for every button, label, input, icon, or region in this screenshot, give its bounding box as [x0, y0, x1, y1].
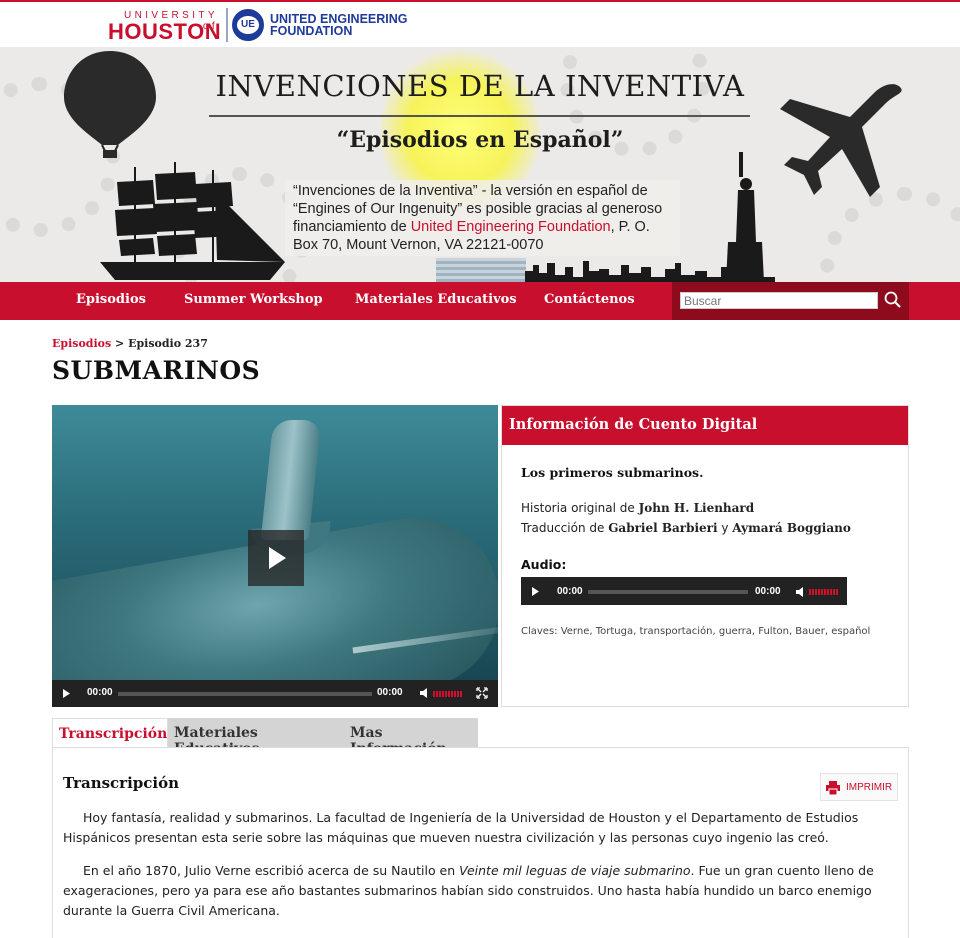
- top-logo-bar: UNIVERSITY of HOUSTON UNITED ENGINEERING…: [0, 0, 960, 47]
- banner-description: “Invenciones de la Inventiva” - la versi…: [285, 180, 680, 256]
- transcript-title: Transcripción: [63, 774, 180, 792]
- uh-logo-big-text: HOUSTON: [108, 19, 222, 44]
- breadcrumb-link-episodios[interactable]: Episodios: [52, 337, 111, 350]
- story-author: John H. Lienhard: [638, 501, 755, 515]
- video-volume-icon[interactable]: [420, 687, 430, 699]
- video-player[interactable]: 00:00 00:00: [52, 405, 498, 707]
- audio-label: Audio:: [521, 557, 567, 572]
- fullscreen-icon[interactable]: [476, 687, 488, 699]
- sailing-ship-icon: [100, 162, 285, 280]
- light-bulb-base-icon: [436, 258, 526, 282]
- video-play-button[interactable]: [248, 530, 304, 586]
- united-engineering-foundation-logo[interactable]: UNITED ENGINEERING FOUNDATION: [270, 13, 408, 38]
- transcript-panel: Transcripción IMPRIMIR Hoy fantasía, rea…: [52, 747, 909, 938]
- university-of-houston-logo[interactable]: UNIVERSITY of HOUSTON: [108, 10, 222, 44]
- united-engineering-foundation-link[interactable]: United Engineering Foundation: [411, 219, 611, 235]
- audio-volume-icon[interactable]: [796, 586, 806, 598]
- video-play-icon[interactable]: [62, 688, 71, 699]
- audio-total-time: 00:00: [755, 586, 781, 597]
- gear-decoration-icon: [820, 187, 960, 282]
- search-input[interactable]: [680, 292, 878, 309]
- tab-materiales-educativos[interactable]: Materiales Educativos: [168, 718, 344, 757]
- info-panel-subtitle: Los primeros submarinos.: [521, 465, 704, 480]
- keywords-tags: Claves: Verne, Tortuga, transportación, …: [521, 626, 871, 637]
- info-panel-header: Información de Cuento Digital: [502, 406, 908, 445]
- nav-item-contactenos[interactable]: Contáctenos: [544, 292, 635, 307]
- audio-current-time: 00:00: [557, 586, 583, 597]
- video-volume-slider[interactable]: [433, 691, 463, 697]
- audio-volume-slider[interactable]: [809, 589, 839, 595]
- story-credit: Historia original de John H. Lienhard: [521, 501, 754, 515]
- translator-2: Aymará Boggiano: [732, 521, 851, 535]
- page-title: SUBMARINOS: [52, 356, 261, 385]
- transcript-paragraph-1: Hoy fantasía, realidad y submarinos. La …: [63, 810, 859, 845]
- airplane-icon: [780, 84, 902, 197]
- story-credit-label: Historia original de: [521, 501, 639, 515]
- breadcrumb-separator: >: [111, 337, 129, 350]
- video-control-bar: 00:00 00:00: [52, 680, 498, 707]
- nav-item-materiales-educativos[interactable]: Materiales Educativos: [355, 292, 517, 307]
- breadcrumb: Episodios > Episodio 237: [52, 337, 208, 350]
- printer-icon: [826, 781, 840, 795]
- audio-player[interactable]: 00:00 00:00: [521, 577, 847, 605]
- translation-and: y: [717, 521, 733, 535]
- video-total-time: 00:00: [377, 687, 403, 698]
- para2-text-a: En el año 1870, Julio Verne escribió ace…: [83, 863, 460, 878]
- hot-air-balloon-icon: [64, 51, 156, 158]
- content-tabs: Transcripción Materiales Educativos Mas …: [52, 718, 909, 757]
- print-button[interactable]: IMPRIMIR: [820, 773, 898, 801]
- banner-title-rule: [209, 115, 750, 117]
- logo-divider: [226, 8, 228, 42]
- transcript-paragraph-2: En el año 1870, Julio Verne escribió ace…: [63, 861, 893, 921]
- video-progress-track[interactable]: [118, 692, 372, 696]
- hero-banner: INVENCIONES DE LA INVENTIVA “Episodios e…: [0, 47, 960, 282]
- translation-credit-label: Traducción de: [521, 521, 609, 535]
- city-skyline-icon: [525, 261, 775, 282]
- audio-progress-track[interactable]: [588, 590, 748, 594]
- tab-mas-informacion[interactable]: Mas Información: [344, 718, 478, 757]
- main-nav: Episodios Summer Workshop Materiales Edu…: [0, 282, 960, 320]
- digital-story-info-panel: Información de Cuento Digital Los primer…: [501, 405, 909, 707]
- nav-item-summer-workshop[interactable]: Summer Workshop: [184, 292, 323, 307]
- nav-item-episodios[interactable]: Episodios: [76, 292, 146, 307]
- audio-play-icon[interactable]: [531, 586, 540, 597]
- breadcrumb-current: Episodio 237: [128, 337, 208, 350]
- banner-subtitle: “Episodios en Español”: [336, 127, 624, 153]
- translator-1: Gabriel Barbieri: [608, 521, 718, 535]
- translation-credit: Traducción de Gabriel Barbieri y Aymará …: [521, 521, 851, 535]
- search-box: [672, 282, 909, 320]
- print-label: IMPRIMIR: [846, 782, 893, 793]
- tab-transcripcion[interactable]: Transcripción: [52, 718, 168, 748]
- video-current-time: 00:00: [87, 687, 113, 698]
- book-title: Veinte mil leguas de viaje submarino: [459, 863, 691, 878]
- uef-emblem-icon[interactable]: [232, 9, 264, 41]
- search-icon[interactable]: [882, 289, 904, 311]
- uef-line-2: FOUNDATION: [270, 24, 353, 38]
- banner-title: INVENCIONES DE LA INVENTIVA: [215, 69, 745, 103]
